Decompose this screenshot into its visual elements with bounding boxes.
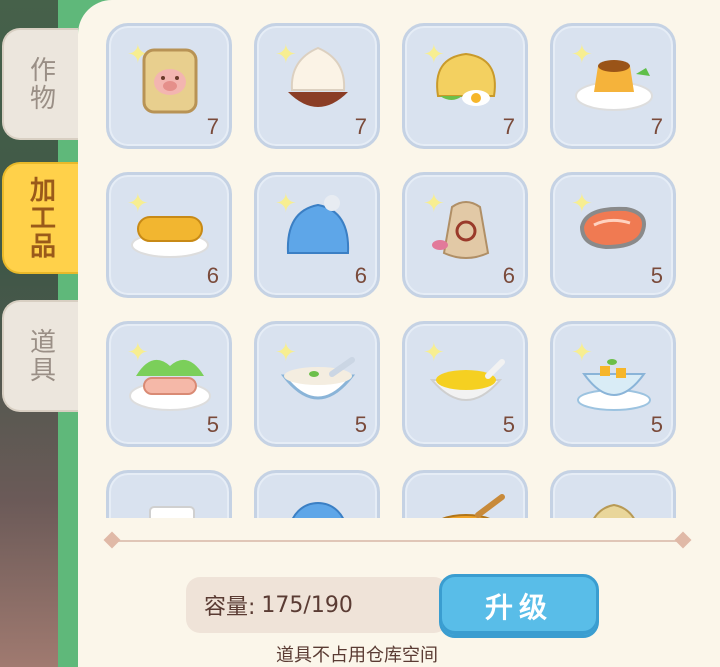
item-slot[interactable]: ✦ 5	[550, 172, 676, 298]
bread-loaf-icon	[131, 216, 209, 258]
item-count: 7	[650, 114, 663, 139]
item-count: 6	[502, 263, 515, 288]
dumpling-icon	[593, 503, 635, 518]
upgrade-button[interactable]: 升级	[439, 574, 599, 638]
item-slot[interactable]: ✦ 7	[402, 23, 528, 149]
item-slot[interactable]: ✦ 5	[402, 321, 528, 447]
tab-crops[interactable]: 作物	[2, 28, 78, 140]
tab-props[interactable]: 道具	[2, 300, 78, 412]
item-slot[interactable]: ✦ 6	[254, 172, 380, 298]
item-count: 7	[206, 114, 219, 139]
item-slot[interactable]: ✦ 5	[550, 321, 676, 447]
honey-bowl-icon	[442, 494, 505, 518]
item-slot[interactable]: ✦ 6	[402, 172, 528, 298]
tab-label: 加工品	[25, 176, 56, 260]
item-count: 6	[354, 263, 367, 288]
item-slot[interactable]: ✦ 6	[106, 172, 232, 298]
item-slot[interactable]: ✦ 5	[254, 321, 380, 447]
item-slot[interactable]	[550, 470, 676, 518]
pancake-wrap-icon	[436, 52, 496, 106]
flour-sack-icon	[142, 48, 198, 114]
item-count: 7	[354, 114, 367, 139]
item-count: 5	[354, 412, 367, 437]
item-count: 5	[502, 412, 515, 437]
divider	[108, 540, 684, 542]
item-count: 5	[650, 263, 663, 288]
capacity-value: 175/190	[261, 592, 353, 618]
item-slot[interactable]: ✦ 7	[550, 23, 676, 149]
knit-hat-icon	[286, 195, 350, 254]
item-slot[interactable]: ✦ 5	[106, 321, 232, 447]
storage-note: 道具不占用仓库空间	[276, 645, 438, 666]
meat-rolls-icon	[129, 359, 211, 411]
item-count: 6	[206, 263, 219, 288]
tab-label: 作物	[25, 56, 56, 112]
item-slot[interactable]	[254, 470, 380, 518]
mango-dessert-icon	[577, 359, 651, 411]
item-grid: ✦ 7 ✦ 7 ✦ 7 ✦ 7 ✦ 6 ✦ 6 ✦ 6 ✦ 5 ✦ 5 ✦ 5 …	[104, 20, 678, 518]
item-count: 5	[650, 412, 663, 437]
tofu-icon	[149, 506, 195, 518]
tab-label: 道具	[25, 328, 56, 384]
tab-processed-goods[interactable]: 加工品	[2, 162, 78, 274]
yarn-ball-icon	[292, 502, 344, 518]
salmon-steak-icon	[579, 206, 646, 250]
spice-bag-icon	[432, 201, 490, 259]
item-count: 5	[206, 412, 219, 437]
capacity-display: 容量: 175/190	[186, 577, 448, 633]
steamed-bun-icon	[288, 46, 348, 107]
item-slot[interactable]: ✦ 7	[254, 23, 380, 149]
item-slot[interactable]	[402, 470, 528, 518]
custard-bowl-icon	[429, 359, 505, 401]
item-slot[interactable]: ✦ 7	[106, 23, 232, 149]
item-slot[interactable]	[106, 470, 232, 518]
item-count: 7	[502, 114, 515, 139]
pudding-icon	[575, 60, 653, 111]
capacity-label: 容量:	[204, 595, 256, 620]
porridge-icon	[280, 357, 356, 400]
